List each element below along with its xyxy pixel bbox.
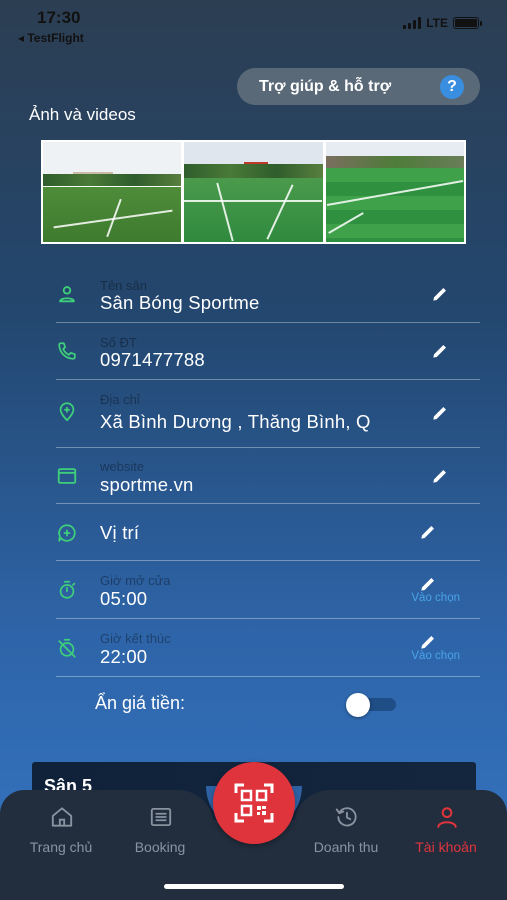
field-row-open-time[interactable]: Giờ mở cửa 05:00 Vào chọn <box>56 561 480 619</box>
field-row-address[interactable]: Địa chỉ Xã Bình Dương , Thăng Bình, Q <box>56 380 480 448</box>
choose-link[interactable]: Vào chọn <box>411 592 460 604</box>
media-section-title: Ảnh và videos <box>29 105 136 124</box>
status-indicators: LTE <box>403 16 482 30</box>
nav-label: Tài khoản <box>415 839 477 855</box>
back-to-testflight[interactable]: ◂ TestFlight <box>18 31 84 45</box>
field-photo[interactable] <box>184 142 323 242</box>
add-comment-icon <box>58 524 76 542</box>
field-row-website[interactable]: website sportme.vn <box>56 448 480 504</box>
edit-icon[interactable] <box>418 574 438 594</box>
list-icon <box>150 807 172 827</box>
signal-icon <box>403 17 422 29</box>
qr-scan-button[interactable] <box>213 762 295 844</box>
history-icon <box>335 807 357 827</box>
edit-icon[interactable] <box>430 284 450 304</box>
hide-price-toggle[interactable] <box>346 693 396 717</box>
person-icon <box>59 286 75 303</box>
toggle-knob <box>346 693 370 717</box>
edit-icon[interactable] <box>418 522 438 542</box>
field-row-location[interactable]: Vị trí <box>56 504 480 561</box>
timer-icon <box>59 580 76 599</box>
field-label: Giờ kết thúc <box>100 631 171 646</box>
field-value: Vị trí <box>100 522 140 543</box>
field-label: website <box>100 459 145 474</box>
phone-icon <box>58 342 76 360</box>
field-photo[interactable] <box>325 142 464 242</box>
photo-gallery[interactable] <box>41 140 466 244</box>
edit-icon[interactable] <box>430 403 450 423</box>
field-row-name[interactable]: Tên sân Sân Bóng Sportme <box>56 272 480 323</box>
field-label: Tên sân <box>100 278 147 293</box>
account-icon <box>437 807 457 828</box>
field-value: Xã Bình Dương , Thăng Bình, Q <box>100 411 371 432</box>
field-value: sportme.vn <box>100 474 194 495</box>
nav-label: Booking <box>134 839 186 855</box>
field-row-phone[interactable]: Số ĐT 0971477788 <box>56 323 480 380</box>
edit-icon[interactable] <box>430 466 450 486</box>
field-value: 05:00 <box>100 588 148 609</box>
browser-icon <box>57 468 77 484</box>
nav-item-home[interactable]: Trang chủ <box>11 790 111 870</box>
field-photo[interactable] <box>43 142 182 242</box>
home-indicator[interactable] <box>164 884 344 889</box>
question-icon: ? <box>440 75 464 99</box>
field-row-close-time[interactable]: Giờ kết thúc 22:00 Vào chọn <box>56 619 480 677</box>
nav-item-revenue[interactable]: Doanh thu <box>296 790 396 870</box>
field-value: 22:00 <box>100 646 148 667</box>
edit-icon[interactable] <box>430 341 450 361</box>
help-support-button[interactable]: Trợ giúp & hỗ trợ ? <box>237 68 480 105</box>
timer-off-icon <box>58 638 76 658</box>
status-time: 17:30 <box>37 8 81 27</box>
nav-item-booking[interactable]: Booking <box>110 790 210 870</box>
nav-label: Doanh thu <box>313 839 379 855</box>
battery-icon <box>453 17 482 29</box>
network-label: LTE <box>426 16 448 30</box>
nav-label: Trang chủ <box>29 839 93 855</box>
hide-price-label: Ẩn giá tiền: <box>95 693 186 713</box>
field-label: Giờ mở cửa <box>100 573 171 588</box>
field-value: Sân Bóng Sportme <box>100 292 260 313</box>
field-label: Địa chỉ <box>100 392 140 407</box>
choose-link[interactable]: Vào chọn <box>411 650 460 662</box>
field-label: Số ĐT <box>100 335 137 350</box>
add-location-icon <box>59 402 75 422</box>
status-bar: 17:30 ◂ TestFlight LTE <box>0 0 507 50</box>
edit-icon[interactable] <box>418 632 438 652</box>
nav-item-account[interactable]: Tài khoản <box>396 790 496 870</box>
field-value: 0971477788 <box>100 349 205 370</box>
qr-scan-icon <box>234 783 274 823</box>
help-support-label: Trợ giúp & hỗ trợ <box>259 77 392 95</box>
home-icon <box>51 807 73 827</box>
